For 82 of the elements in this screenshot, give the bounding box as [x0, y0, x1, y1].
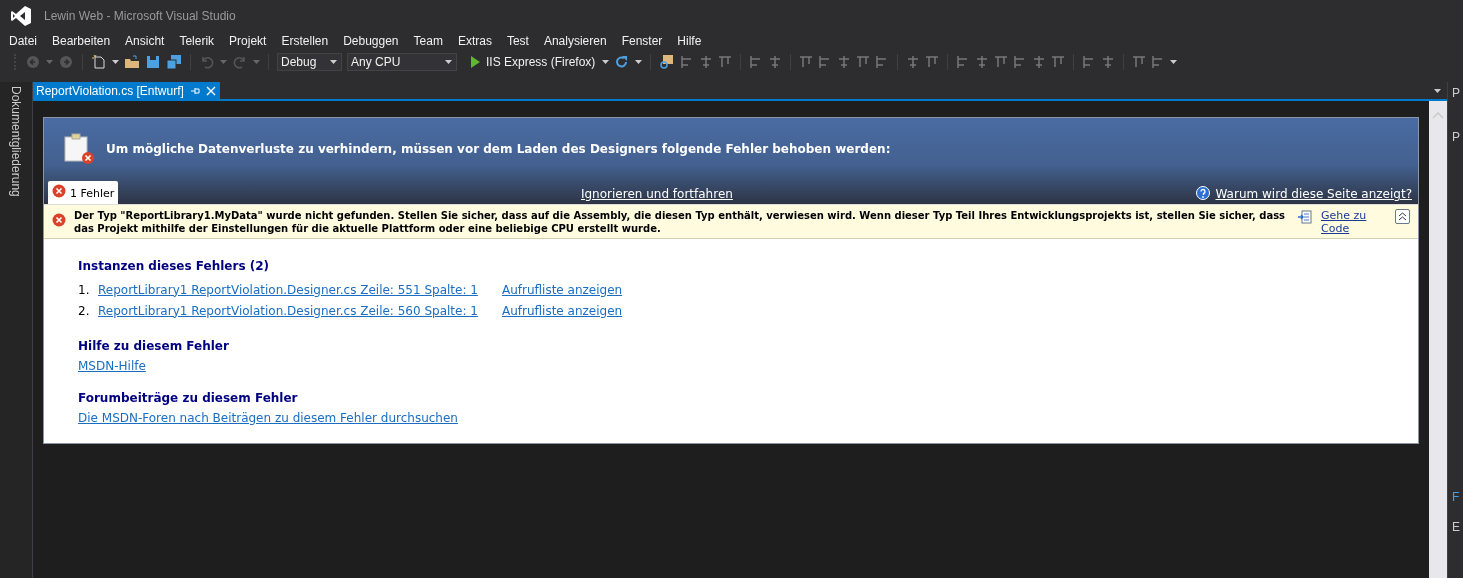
- section-heading: Forumbeiträge zu diesem Fehler: [78, 391, 299, 405]
- save-icon[interactable]: [145, 54, 161, 70]
- menu-item[interactable]: Telerik: [173, 34, 221, 48]
- menu-item[interactable]: Team: [407, 34, 449, 48]
- layout-tool-icon[interactable]: [994, 55, 1009, 69]
- vertical-scrollbar[interactable]: [1429, 101, 1447, 578]
- layout-tool-icon[interactable]: [799, 55, 814, 69]
- find-in-files-icon[interactable]: [659, 54, 676, 70]
- why-this-page-link[interactable]: Warum wird diese Seite anzeigt?: [1215, 187, 1412, 204]
- call-stack-link[interactable]: Aufrufliste anzeigen: [501, 303, 623, 318]
- menu-item[interactable]: Debuggen: [337, 34, 405, 48]
- ignore-and-continue-link[interactable]: Ignorieren und fortfahren: [580, 187, 733, 201]
- layout-tool-icon[interactable]: [718, 55, 733, 69]
- error-count-tab[interactable]: 1 Fehler: [48, 181, 119, 204]
- help-icon: [1195, 186, 1210, 200]
- error-location-link[interactable]: ReportLibrary1 ReportViolation.Designer.cs Zeile: 560 Spalte: 1: [98, 303, 478, 318]
- section-heading: Hilfe zu diesem Fehler: [78, 339, 230, 353]
- menu-item[interactable]: Ansicht: [119, 34, 171, 48]
- list-number: 2.: [78, 303, 90, 318]
- menu-item[interactable]: Datei: [3, 34, 43, 48]
- app-logo-icon: [10, 5, 32, 27]
- undo-icon[interactable]: [199, 54, 215, 70]
- go-to-code-link[interactable]: Gehe zu Code: [1321, 209, 1377, 235]
- dropdown-arrow-icon: [445, 60, 452, 64]
- error-heading: Um mögliche Datenverluste zu verhindern, müssen vor dem Laden des Designers folgende Fehler behoben werden:: [106, 142, 891, 156]
- layout-tool-icon[interactable]: [768, 55, 783, 69]
- layout-tool-icon[interactable]: [1132, 55, 1147, 69]
- dropdown-arrow-icon[interactable]: [635, 60, 643, 64]
- layout-tool-icon[interactable]: [1101, 55, 1116, 69]
- chevron-up-icon: [1398, 212, 1407, 221]
- error-location-link[interactable]: ReportLibrary1 ReportViolation.Designer.cs Zeile: 551 Spalte: 1: [98, 282, 478, 297]
- forward-icon[interactable]: [58, 54, 74, 70]
- back-icon[interactable]: [25, 54, 41, 70]
- error-icon: [52, 184, 66, 198]
- layout-tool-icon[interactable]: [925, 55, 940, 69]
- list-number: 1.: [78, 282, 90, 297]
- menu-item[interactable]: Test: [500, 34, 535, 48]
- scroll-up-icon[interactable]: [1432, 111, 1444, 119]
- forum-search-link[interactable]: Die MSDN-Foren nach Beiträgen zu diesem Fehler durchsuchen: [78, 411, 458, 425]
- error-icon: [52, 213, 66, 227]
- clipboard-error-icon: [62, 132, 96, 166]
- new-project-icon[interactable]: [91, 54, 107, 70]
- save-all-icon[interactable]: [166, 54, 182, 70]
- menu-item[interactable]: Erstellen: [275, 34, 335, 48]
- section-heading: Instanzen dieses Fehlers (2): [78, 259, 270, 273]
- collapse-button[interactable]: [1395, 209, 1410, 224]
- folder-icon[interactable]: [124, 54, 140, 70]
- layout-tool-icon[interactable]: [856, 55, 871, 69]
- menu-item[interactable]: Extras: [451, 34, 498, 48]
- close-icon[interactable]: [205, 85, 216, 96]
- pin-icon[interactable]: [189, 85, 200, 96]
- layout-tool-icon[interactable]: [906, 55, 921, 69]
- layout-tool-icon[interactable]: [699, 55, 714, 69]
- menu-item[interactable]: Hilfe: [671, 34, 708, 48]
- menu-item[interactable]: Fenster: [615, 34, 669, 48]
- menu-item[interactable]: Projekt: [223, 34, 273, 48]
- panel-label: P: [1452, 130, 1460, 144]
- platform-dropdown[interactable]: Any CPU: [347, 53, 457, 71]
- window-title: Lewin Web - Microsoft Visual Studio: [44, 9, 236, 23]
- layout-tool-icon[interactable]: [837, 55, 852, 69]
- dropdown-arrow-icon[interactable]: [602, 60, 610, 64]
- layout-tool-icon[interactable]: [1051, 55, 1066, 69]
- panel-label: E: [1452, 520, 1460, 534]
- layout-tool-icon[interactable]: [975, 55, 990, 69]
- configuration-dropdown[interactable]: Debug: [277, 53, 342, 71]
- document-tab[interactable]: ReportViolation.cs [Entwurf]: [33, 82, 220, 99]
- layout-tool-icon[interactable]: [1032, 55, 1047, 69]
- menu-item[interactable]: Bearbeiten: [46, 34, 117, 48]
- error-message: Der Typ "ReportLibrary1.MyData" wurde nicht gefunden. Stellen Sie sicher, dass auf die Assembly, die diesen Typ enthält, verwiesen wird. Wenn dieser Typ Teil Ihres Entwicklungsprojekts ist, stellen Sie sicher, dass das Projekt mithilfe der Einstellungen für die aktuelle Plattform oder eine beliebige CPU erstellt wurde.: [74, 209, 1287, 235]
- msdn-help-link[interactable]: MSDN-Hilfe: [78, 359, 146, 373]
- start-debugging-button[interactable]: IIS Express (Firefox): [462, 55, 598, 69]
- dropdown-arrow-icon: [330, 60, 337, 64]
- panel-label: F: [1452, 490, 1460, 504]
- call-stack-link[interactable]: Aufrufliste anzeigen: [501, 282, 623, 297]
- dropdown-arrow-icon[interactable]: [112, 60, 119, 64]
- panel-label: P: [1452, 86, 1460, 100]
- go-to-code-icon: [1297, 209, 1313, 225]
- dropdown-arrow-icon[interactable]: [1170, 60, 1178, 64]
- redo-icon[interactable]: [232, 54, 248, 70]
- play-icon: [470, 56, 480, 68]
- dropdown-arrow-icon[interactable]: [1434, 88, 1441, 93]
- menu-item[interactable]: Analysieren: [537, 34, 613, 48]
